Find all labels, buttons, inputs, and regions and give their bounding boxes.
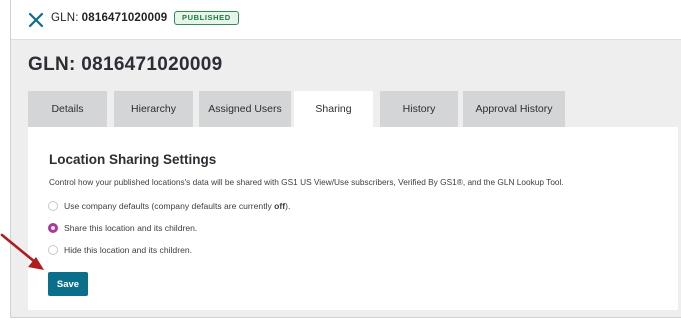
page-title: GLN: 0816471020009 <box>28 54 223 75</box>
defaults-prefix-text: Use company defaults (company defaults a… <box>64 201 275 211</box>
option-hide-label: Hide this location and its children. <box>64 245 193 255</box>
defaults-suffix-text: ). <box>285 201 291 211</box>
sharing-panel: Location Sharing Settings Control how yo… <box>28 127 678 310</box>
close-icon[interactable] <box>28 12 44 28</box>
option-company-defaults-label: Use company defaults (company defaults a… <box>64 201 290 211</box>
status-badge: PUBLISHED <box>174 11 239 25</box>
radio-hide[interactable] <box>48 245 58 255</box>
tab-assigned-users[interactable]: Assigned Users <box>199 91 291 127</box>
radio-company-defaults[interactable] <box>48 201 58 211</box>
header-gln-number: 0816471020009 <box>81 12 168 24</box>
tab-hierarchy[interactable]: Hierarchy <box>114 91 193 127</box>
header-gln-label: GLN: <box>51 12 79 24</box>
sharing-description: Control how your published locations's d… <box>49 177 564 187</box>
defaults-value-text: off <box>274 201 286 211</box>
tab-sharing[interactable]: Sharing <box>294 91 373 127</box>
app-window: GLN: 0816471020009 PUBLISHED GLN: 0816471… <box>10 0 681 318</box>
header-gln: GLN: 0816471020009 <box>51 12 167 24</box>
option-hide[interactable]: Hide this location and its children. <box>48 245 192 255</box>
radio-share[interactable] <box>48 223 58 233</box>
option-share-label: Share this location and its children. <box>64 223 198 233</box>
sharing-heading: Location Sharing Settings <box>49 152 217 167</box>
top-bar: GLN: 0816471020009 PUBLISHED <box>11 0 681 40</box>
option-company-defaults[interactable]: Use company defaults (company defaults a… <box>48 201 290 211</box>
tab-approval-history[interactable]: Approval History <box>463 91 565 127</box>
tab-details[interactable]: Details <box>28 91 107 127</box>
tab-history[interactable]: History <box>380 91 458 127</box>
option-share[interactable]: Share this location and its children. <box>48 223 197 233</box>
save-button[interactable]: Save <box>48 272 88 296</box>
